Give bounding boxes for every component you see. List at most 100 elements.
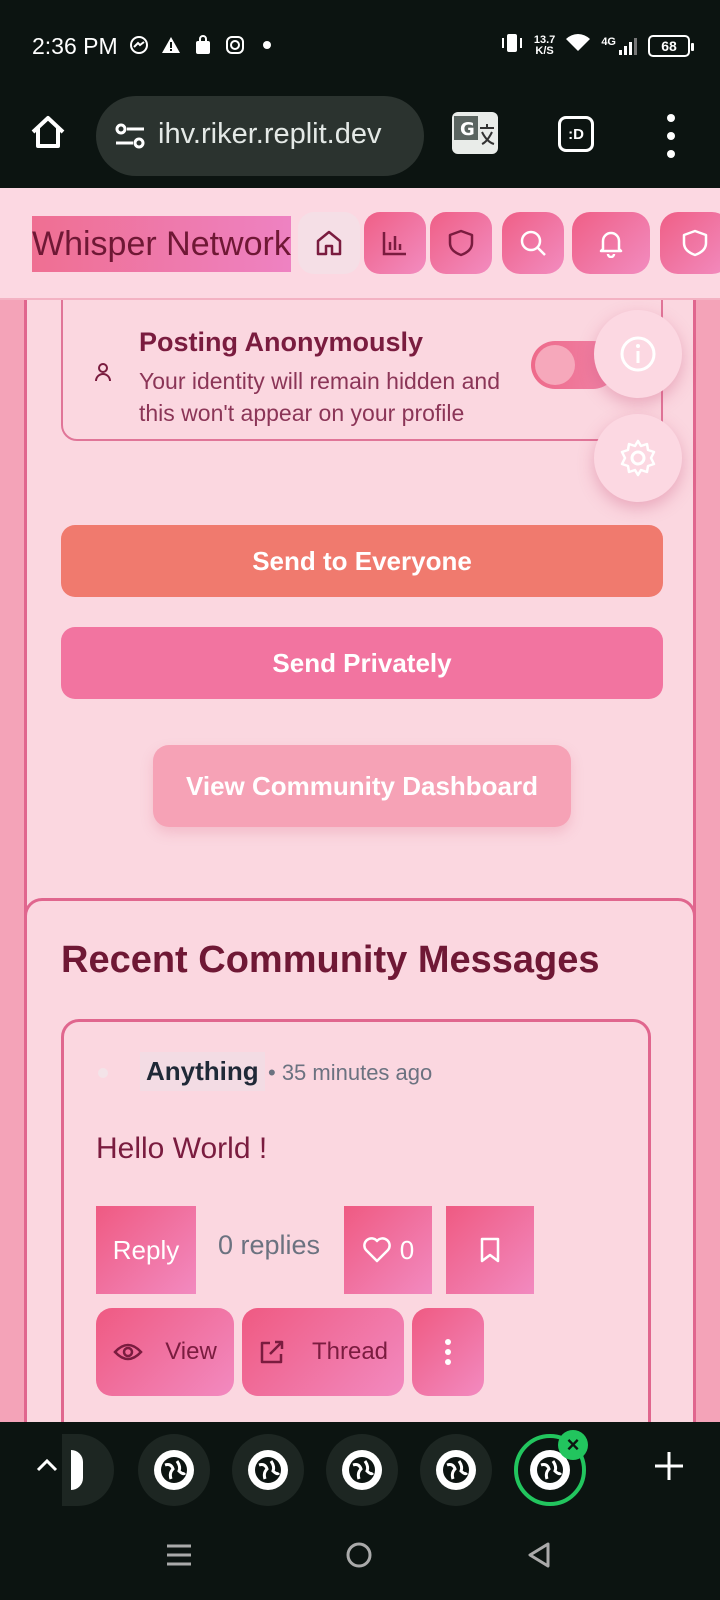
status-bar: 2:36 PM 13.7 K/S 4G 68 bbox=[0, 0, 720, 92]
browser-tab[interactable] bbox=[232, 1434, 304, 1506]
compose-card: Posting Anonymously Your identity will r… bbox=[24, 188, 696, 1020]
shopping-bag-icon bbox=[192, 34, 214, 56]
site-header: Whisper Network bbox=[0, 188, 720, 300]
back-triangle-icon bbox=[528, 1542, 550, 1568]
url-text: ihv.riker.replit.dev bbox=[158, 118, 382, 150]
browser-tab-active[interactable]: × bbox=[514, 1430, 588, 1506]
nav-search-button[interactable] bbox=[502, 212, 564, 274]
nav-shield-button[interactable] bbox=[430, 212, 492, 274]
menu-dot bbox=[667, 132, 675, 140]
recent-messages-title: Recent Community Messages bbox=[61, 939, 600, 981]
info-icon bbox=[620, 336, 656, 372]
shield-icon bbox=[448, 229, 474, 257]
system-navigation-bar bbox=[0, 1518, 720, 1600]
message-time: • 35 minutes ago bbox=[268, 1060, 433, 1085]
view-dashboard-button[interactable]: View Community Dashboard bbox=[153, 745, 571, 827]
view-button[interactable]: View bbox=[96, 1308, 234, 1396]
avatar bbox=[98, 1068, 108, 1078]
expand-tabs-button[interactable] bbox=[34, 1452, 60, 1483]
nav-notifications-button[interactable] bbox=[572, 212, 650, 274]
browser-toolbar: ihv.riker.replit.dev G :D bbox=[0, 92, 720, 188]
back-nav-button[interactable] bbox=[524, 1540, 554, 1575]
address-bar[interactable]: ihv.riker.replit.dev bbox=[96, 96, 424, 176]
bell-icon bbox=[599, 231, 623, 258]
browser-tab[interactable] bbox=[420, 1434, 492, 1506]
site-settings-icon[interactable] bbox=[114, 122, 146, 155]
menu-icon bbox=[167, 1544, 191, 1566]
home-icon bbox=[316, 230, 342, 256]
heart-icon bbox=[362, 1237, 391, 1263]
new-tab-button[interactable] bbox=[652, 1444, 686, 1494]
reply-button[interactable]: Reply bbox=[96, 1206, 196, 1294]
browser-home-button[interactable] bbox=[28, 112, 68, 152]
info-button[interactable] bbox=[594, 310, 682, 398]
browser-tab-strip: × bbox=[0, 1422, 720, 1518]
globe-icon bbox=[71, 1450, 83, 1490]
globe-icon bbox=[248, 1450, 288, 1490]
web-content: Posting Anonymously Your identity will r… bbox=[0, 188, 720, 1422]
home-nav-button[interactable] bbox=[344, 1540, 374, 1575]
user-icon bbox=[93, 361, 113, 388]
toggle-knob bbox=[535, 345, 575, 385]
network-speed: 13.7 K/S bbox=[533, 33, 556, 57]
thread-button[interactable]: Thread bbox=[242, 1308, 404, 1396]
more-options-button[interactable] bbox=[412, 1308, 484, 1396]
recent-messages-card: Recent Community Messages Anything • 35 … bbox=[24, 898, 696, 1422]
circle-icon bbox=[346, 1542, 372, 1568]
like-button[interactable]: 0 bbox=[344, 1206, 432, 1294]
nav-security-button[interactable] bbox=[660, 212, 720, 274]
instagram-icon bbox=[224, 34, 246, 56]
browser-tab[interactable] bbox=[326, 1434, 398, 1506]
send-privately-button[interactable]: Send Privately bbox=[61, 627, 663, 699]
nav-home-button[interactable] bbox=[298, 212, 360, 274]
anonymous-title: Posting Anonymously bbox=[139, 327, 424, 357]
status-time: 2:36 PM bbox=[32, 33, 118, 59]
tab-switcher-button[interactable]: :D bbox=[558, 116, 594, 152]
recent-apps-button[interactable] bbox=[164, 1540, 194, 1575]
more-vertical-icon bbox=[445, 1339, 451, 1365]
plus-icon bbox=[655, 1452, 683, 1480]
gear-icon bbox=[620, 439, 656, 477]
close-tab-icon[interactable]: × bbox=[558, 1430, 588, 1460]
menu-dot bbox=[667, 150, 675, 158]
translate-icon: G bbox=[454, 116, 495, 145]
home-icon bbox=[31, 116, 65, 148]
like-count: 0 bbox=[399, 1234, 415, 1265]
browser-tab[interactable] bbox=[62, 1434, 114, 1506]
message-body: Hello World ! bbox=[96, 1132, 268, 1165]
bookmark-icon bbox=[480, 1237, 500, 1263]
svg-text:G: G bbox=[460, 119, 475, 140]
translate-button[interactable]: G bbox=[452, 112, 498, 154]
wifi-icon bbox=[565, 33, 591, 58]
more-notifications-dot-icon bbox=[256, 34, 278, 56]
eye-icon bbox=[113, 1343, 143, 1361]
globe-icon bbox=[436, 1450, 476, 1490]
system-icons: 13.7 K/S 4G 68 bbox=[500, 32, 694, 59]
warning-icon bbox=[160, 34, 182, 56]
message-card: Anything • 35 minutes ago Hello World ! … bbox=[61, 1019, 651, 1422]
reply-label: Reply bbox=[112, 1234, 180, 1265]
settings-button[interactable] bbox=[594, 414, 682, 502]
replies-count: 0 replies bbox=[218, 1230, 321, 1260]
external-link-icon bbox=[260, 1340, 284, 1364]
globe-icon bbox=[342, 1450, 382, 1490]
send-everyone-button[interactable]: Send to Everyone bbox=[61, 525, 663, 597]
cellular-signal-icon: 4G bbox=[601, 36, 638, 56]
notification-icons bbox=[128, 34, 278, 56]
message-author: Anything bbox=[140, 1052, 265, 1091]
bar-chart-icon bbox=[382, 232, 406, 256]
browser-tab[interactable] bbox=[138, 1434, 210, 1506]
search-icon bbox=[520, 230, 546, 256]
bookmark-button[interactable] bbox=[446, 1206, 534, 1294]
globe-icon bbox=[154, 1450, 194, 1490]
shield-icon bbox=[682, 229, 708, 257]
browser-menu-button[interactable] bbox=[664, 114, 678, 158]
menu-dot bbox=[667, 114, 675, 122]
nav-stats-button[interactable] bbox=[364, 212, 426, 274]
messenger-icon bbox=[128, 34, 150, 56]
battery-indicator: 68 bbox=[648, 34, 694, 57]
view-label: View bbox=[165, 1338, 217, 1365]
anonymous-description: Your identity will remain hidden and thi… bbox=[139, 368, 500, 426]
site-logo[interactable]: Whisper Network bbox=[32, 216, 291, 272]
chevron-up-icon bbox=[36, 1458, 58, 1472]
